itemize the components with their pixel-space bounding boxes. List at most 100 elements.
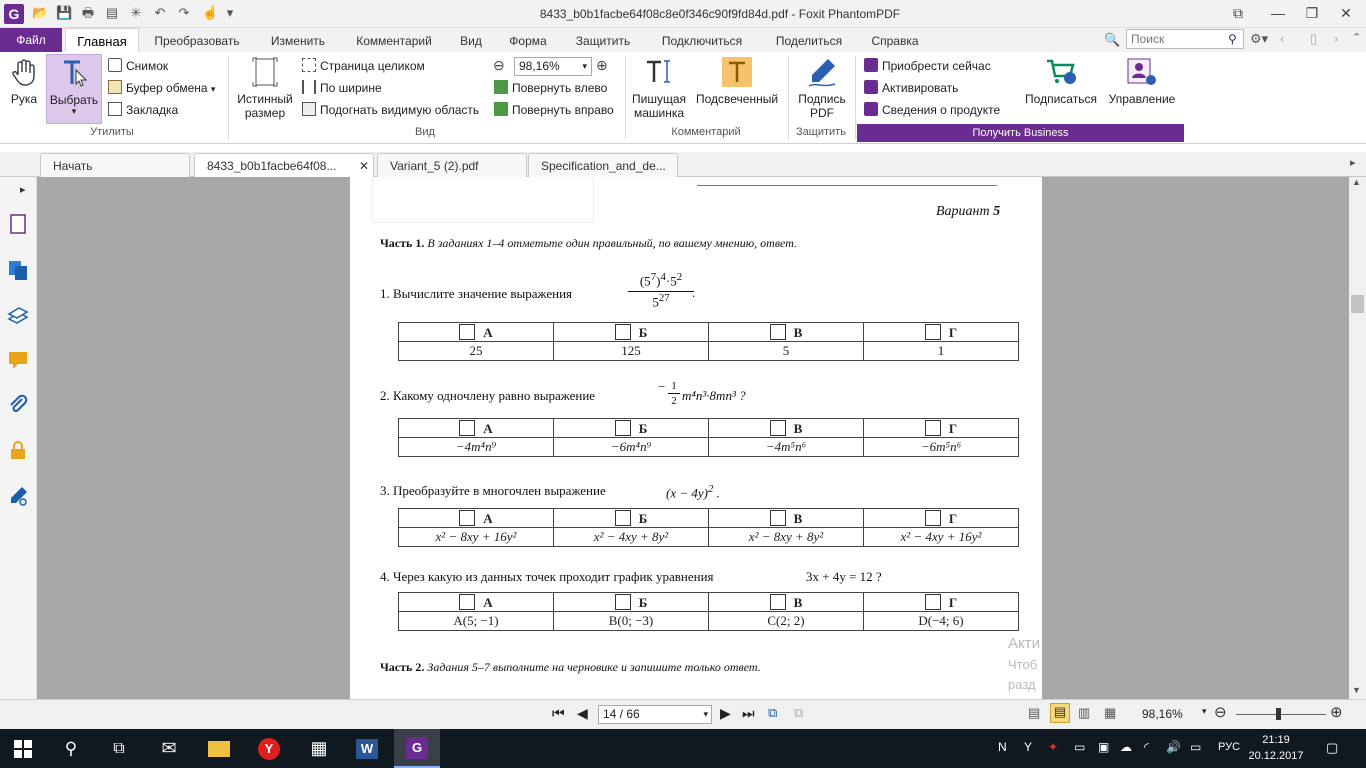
forward-icon[interactable]: › [1334,31,1344,49]
status-zoom-out-icon[interactable]: ⊖ [1214,703,1227,721]
next-view-icon[interactable]: ⧉ [794,705,803,721]
sign-pdf-button[interactable]: Подпись PDF [792,54,852,126]
close-icon[interactable]: ✕ [1330,2,1362,24]
q4-option-c[interactable]: В [708,592,864,612]
battery-icon[interactable]: ▭ [1190,740,1201,754]
calculator-icon[interactable]: ▦ [296,729,342,768]
yandex-browser-icon[interactable]: Y [246,729,292,768]
tab-convert[interactable]: Преобразовать [146,28,248,52]
back-icon[interactable]: ‹ [1280,31,1296,49]
q2-option-a[interactable]: А [398,418,554,438]
zoom-dropdown-icon[interactable]: ▾ [582,58,587,75]
clipboard-button[interactable]: Буфер обмена ▾ [108,78,215,98]
tab-form[interactable]: Форма [502,28,554,52]
rotate-left-button[interactable]: Повернуть влево [494,78,607,98]
q4-option-a[interactable]: А [398,592,554,612]
q2-option-d[interactable]: Г [863,418,1019,438]
checkbox[interactable] [769,593,786,610]
page-dropdown-icon[interactable]: ▾ [703,706,708,723]
scroll-down-icon[interactable]: ▼ [1352,685,1361,695]
single-page-icon[interactable]: ▤ [1028,705,1040,721]
collapse-ribbon-icon[interactable]: ⌃ [1352,31,1364,49]
status-zoom-in-icon[interactable]: ⊕ [1330,703,1343,721]
tray-icon-usb[interactable]: ▣ [1098,740,1109,754]
buy-now-button[interactable]: Приобрести сейчас [864,56,991,76]
foxit-taskbar-icon[interactable]: G [394,729,440,768]
checkbox[interactable] [769,419,786,436]
task-view-icon[interactable]: ⧉ [96,729,142,768]
q1-option-c[interactable]: В [708,322,864,342]
q2-option-b[interactable]: Б [553,418,709,438]
app-logo[interactable]: G [4,4,24,24]
lock-icon[interactable] [7,439,29,461]
checkbox[interactable] [459,419,476,436]
q4-option-b[interactable]: Б [553,592,709,612]
pages-stack-icon[interactable] [7,305,29,327]
checkbox[interactable] [459,593,476,610]
select-dropdown-icon[interactable]: ▾ [47,107,101,116]
fit-visible-button[interactable]: Подогнать видимую область [302,100,479,120]
clipboard-dropdown-icon[interactable]: ▾ [211,84,216,94]
tray-icon-nx[interactable]: N [998,740,1007,754]
checkbox[interactable] [769,509,786,526]
new-icon[interactable]: ✳ [128,5,144,21]
manage-button[interactable]: Управление [1104,54,1180,126]
checkbox[interactable] [924,419,941,436]
volume-icon[interactable]: 🔊 [1166,740,1181,754]
tray-icon-y[interactable]: Y [1024,740,1032,754]
typewriter-button[interactable]: Пишущая машинка [630,54,688,126]
scroll-up-icon[interactable]: ▲ [1352,177,1361,187]
status-zoom-dropdown-icon[interactable]: ▾ [1202,706,1207,717]
checkbox[interactable] [614,593,631,610]
language-indicator[interactable]: РУС [1218,741,1240,753]
page-icon[interactable]: ▯ [1310,31,1326,49]
q1-option-a[interactable]: А [398,322,554,342]
word-icon[interactable]: W [344,729,390,768]
q1-option-b[interactable]: Б [553,322,709,342]
tab-edit[interactable]: Изменить [262,28,334,52]
zoom-input[interactable]: 98,16% ▾ [514,57,592,76]
close-tab-icon[interactable]: ✕ [359,154,369,178]
continuous-facing-icon[interactable]: ▦ [1104,705,1116,721]
checkbox[interactable] [614,509,631,526]
start-icon[interactable] [0,729,46,768]
wifi-icon[interactable]: ◜ [1144,740,1149,754]
tab-connect[interactable]: Подключиться [654,28,750,52]
undo-icon[interactable]: ↶ [152,5,168,21]
minimize-icon[interactable]: — [1262,2,1294,24]
tab-help[interactable]: Справка [866,28,924,52]
page-number-input[interactable]: 14 / 66 ▾ [598,705,712,724]
tab-variant-5[interactable]: Variant_5 (2).pdf [377,153,527,177]
file-explorer-icon[interactable] [196,729,242,768]
actual-size-button[interactable]: Истинный размер [234,54,296,126]
q3-option-b[interactable]: Б [553,508,709,528]
continuous-page-icon[interactable]: ▤ [1050,703,1070,723]
signature-icon[interactable] [7,485,29,507]
save-icon[interactable]: 💾 [56,5,72,21]
select-button[interactable]: Выбрать ▾ [46,54,102,124]
redo-icon[interactable]: ↷ [176,5,192,21]
tab-start[interactable]: Начать [40,153,190,177]
customize-arrow-icon[interactable]: ▾ [224,5,236,21]
q3-option-d[interactable]: Г [863,508,1019,528]
expand-panel-icon[interactable]: ▸ [20,183,26,196]
tabs-scroll-icon[interactable]: ▸ [1350,156,1356,169]
snapshot-button[interactable]: Снимок [108,56,168,76]
rotate-right-button[interactable]: Повернуть вправо [494,100,614,120]
checkbox[interactable] [924,509,941,526]
search-taskbar-icon[interactable]: ⚲ [48,729,94,768]
tab-share[interactable]: Поделиться [766,28,852,52]
fit-page-button[interactable]: Страница целиком [302,56,425,76]
previous-view-icon[interactable]: ⧉ [768,705,777,721]
comments-icon[interactable] [7,349,29,371]
next-page-icon[interactable]: ▶ [720,705,731,722]
tab-current-document[interactable]: 8433_b0b1facbe64f08... ✕ [194,153,374,177]
mail-icon[interactable]: ✉ [146,729,192,768]
checkbox[interactable] [614,419,631,436]
zoom-in-icon[interactable]: ⊕ [596,57,612,73]
product-info-button[interactable]: Сведения о продукте [864,100,1000,120]
notifications-icon[interactable]: ▢ [1326,740,1338,756]
get-business-banner[interactable]: Получить Business [857,124,1184,142]
highlight-button[interactable]: Подсвеченный [692,54,782,126]
q1-option-d[interactable]: Г [863,322,1019,342]
